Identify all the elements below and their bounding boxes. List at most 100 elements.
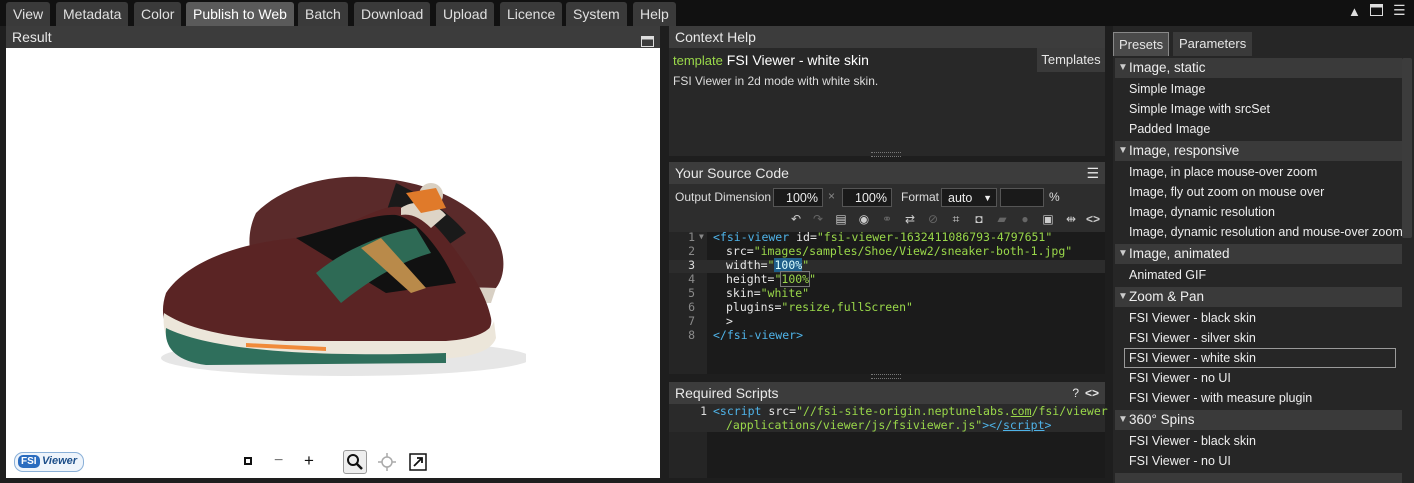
line-number: 2	[688, 244, 695, 258]
preset-item[interactable]: Simple Image	[1129, 80, 1205, 98]
help-icon[interactable]: ?	[1072, 382, 1079, 404]
resize-handle[interactable]	[871, 152, 901, 157]
preset-item[interactable]: FSI Viewer - no UI	[1129, 369, 1231, 387]
source-toolbar: Output Dimension 100% × 100% Format auto…	[669, 184, 1105, 232]
sneaker-image	[161, 176, 526, 376]
format-value: auto	[948, 191, 973, 205]
line-number: 6	[688, 300, 695, 314]
section-zoom-pan[interactable]: ▼ Zoom & Pan	[1115, 287, 1402, 307]
camera-icon[interactable]: ◘	[970, 211, 988, 227]
fullscreen-icon[interactable]	[409, 453, 427, 474]
result-viewer[interactable]: FSI Viewer − +	[6, 48, 660, 478]
code-line-5: skin="white"	[726, 286, 810, 300]
preset-item[interactable]: Image, fly out zoom on mouse over	[1129, 183, 1324, 201]
tab-publish-to-web[interactable]: Publish to Web	[186, 2, 294, 26]
code-icon[interactable]: <>	[1085, 382, 1099, 404]
tab-upload[interactable]: Upload	[436, 2, 495, 26]
script-line-2: /applications/viewer/js/fsiviewer.js"></…	[726, 418, 1052, 432]
section-360-spins[interactable]: ▼ 360° Spins	[1115, 410, 1402, 430]
tab-system[interactable]: System	[566, 2, 627, 26]
line-number: 3	[688, 258, 695, 272]
tab-view[interactable]: View	[6, 2, 51, 26]
tab-help[interactable]: Help	[633, 2, 676, 26]
format-extra-input[interactable]	[1000, 188, 1044, 207]
format-select[interactable]: auto ▼	[941, 188, 997, 207]
source-title: Your Source Code	[675, 165, 789, 181]
scripts-editor[interactable]: 1 <script src="//fsi-site-origin.neptune…	[669, 404, 1108, 478]
preset-item[interactable]: FSI Viewer - with measure plugin	[1129, 389, 1312, 407]
result-title: Result	[12, 29, 52, 45]
tab-presets[interactable]: Presets	[1113, 32, 1170, 56]
undo-icon[interactable]: ↶	[787, 211, 805, 227]
preset-item[interactable]: FSI Viewer - silver skin	[1129, 329, 1256, 347]
link-icon[interactable]: ⚭	[878, 211, 896, 227]
section-image-responsive[interactable]: ▼ Image, responsive	[1115, 141, 1402, 161]
palette-icon[interactable]: ●	[1016, 211, 1034, 227]
preset-item[interactable]: Simple Image with srcSet	[1129, 100, 1270, 118]
swap-icon[interactable]: ⇄	[901, 211, 919, 227]
zoom-out-icon[interactable]: −	[274, 452, 283, 470]
redo-icon[interactable]: ↷	[809, 211, 827, 227]
width-input[interactable]: 100%	[773, 188, 823, 207]
scrollbar[interactable]	[1402, 58, 1412, 238]
tab-batch[interactable]: Batch	[298, 2, 348, 26]
collapse-icon[interactable]: ▲	[1348, 4, 1361, 19]
height-input[interactable]: 100%	[842, 188, 892, 207]
target-icon[interactable]: ◉	[855, 211, 873, 227]
context-help-title: Context Help	[675, 29, 756, 45]
line-number: 5	[688, 286, 695, 300]
code-line-8: </fsi-viewer>	[713, 328, 804, 342]
section-image-static[interactable]: ▼ Image, static	[1115, 58, 1402, 78]
code-line-4: height="100%"	[726, 271, 817, 287]
line-number: 1	[688, 230, 695, 244]
times-sign: ×	[828, 189, 836, 203]
tab-licence[interactable]: Licence	[500, 2, 563, 26]
preset-item[interactable]: FSI Viewer - black skin	[1129, 432, 1256, 450]
pan-tool-icon[interactable]	[378, 453, 396, 474]
line-number: 8	[688, 328, 695, 342]
preset-item[interactable]: Animated GIF	[1129, 266, 1206, 284]
crop-icon[interactable]: ⌗	[947, 211, 965, 227]
top-menu-bar: View Metadata Color Publish to Web Batch…	[0, 0, 1414, 26]
script-line-1: <script src="//fsi-site-origin.neptunela…	[713, 404, 1108, 418]
menu-icon[interactable]: ☰	[1393, 2, 1406, 19]
code-line-1: <fsi-viewer id="fsi-viewer-1632411086793…	[713, 230, 1053, 244]
embed-icon[interactable]: ▣	[1039, 211, 1057, 227]
fold-icon[interactable]: ▼	[699, 232, 704, 241]
preset-item[interactable]: Image, in place mouse-over zoom	[1129, 163, 1317, 181]
preset-item[interactable]: Image, dynamic resolution	[1129, 203, 1275, 221]
code-line-2: src="images/samples/Shoe/View2/sneaker-b…	[726, 244, 1073, 258]
tab-parameters[interactable]: Parameters	[1173, 32, 1253, 56]
source-menu-icon[interactable]: ☰	[1086, 162, 1099, 184]
source-editor[interactable]: 1 2 3 4 5 6 7 8 ▼ <fsi-viewer id="fsi-vi…	[669, 230, 1105, 379]
format-code-icon[interactable]: ⇹	[1062, 211, 1080, 227]
preset-item[interactable]: FSI Viewer - no UI	[1129, 452, 1231, 470]
tab-metadata[interactable]: Metadata	[56, 2, 129, 26]
fsi-badge: FSI	[18, 455, 40, 468]
resize-handle[interactable]	[871, 374, 901, 379]
line-number: 7	[688, 314, 695, 328]
stop-icon[interactable]	[244, 457, 252, 465]
window-icon[interactable]	[1370, 4, 1383, 19]
preset-item[interactable]: Padded Image	[1129, 120, 1210, 138]
section-image-animated[interactable]: ▼ Image, animated	[1115, 244, 1402, 264]
preset-item[interactable]: Image, dynamic resolution and mouse-over…	[1129, 223, 1403, 241]
zoom-in-icon[interactable]: +	[304, 451, 314, 471]
tab-color[interactable]: Color	[134, 2, 182, 26]
code-line-6: plugins="resize,fullScreen"	[726, 300, 913, 314]
fsi-viewer-logo: FSI Viewer	[14, 452, 84, 472]
crop-disabled-icon[interactable]: ⊘	[924, 211, 942, 227]
viewer-badge: Viewer	[42, 455, 78, 467]
template-prefix: template	[673, 53, 723, 68]
preset-item-selected[interactable]: FSI Viewer - white skin	[1124, 348, 1396, 368]
output-dimension-label: Output Dimension	[675, 190, 772, 204]
format-label: Format	[901, 190, 940, 204]
tab-download[interactable]: Download	[354, 2, 431, 26]
clipboard-icon[interactable]: ▤	[832, 211, 850, 227]
section-next	[1115, 473, 1402, 483]
templates-button[interactable]: Templates	[1037, 48, 1105, 72]
zoom-tool-icon[interactable]	[343, 450, 367, 474]
preset-item[interactable]: FSI Viewer - black skin	[1129, 309, 1256, 327]
code-icon[interactable]: <>	[1084, 211, 1102, 227]
folder-icon[interactable]: ▰	[993, 211, 1011, 227]
